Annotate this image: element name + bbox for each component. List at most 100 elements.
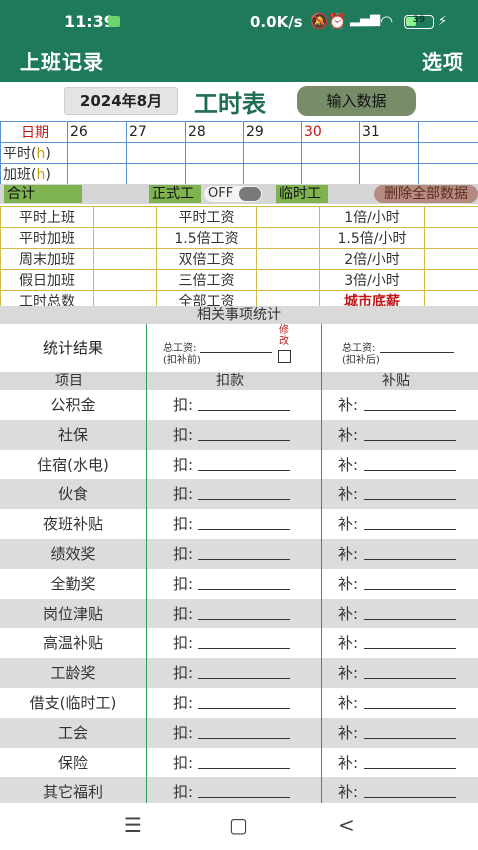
worker-type-toggle[interactable]: OFF [204, 186, 262, 202]
normal-hours-cell[interactable] [126, 142, 186, 164]
normal-hours-cell[interactable] [243, 142, 302, 164]
subsidy-input[interactable] [364, 648, 456, 650]
total-wage-before-value [200, 352, 272, 353]
day-cell-today[interactable]: 30 [301, 121, 360, 143]
input-data-button[interactable]: 输入数据 [297, 86, 416, 116]
toggle-knob [239, 187, 261, 201]
item-header: 项目 扣款 补贴 [0, 372, 478, 390]
item-name: 工会 [57, 723, 88, 742]
total-wage-before-label: 总工资: [163, 343, 197, 354]
subsidy-input[interactable] [364, 588, 456, 590]
sheet-title: 工时表 [194, 90, 266, 118]
subsidy-prefix: 补: [338, 604, 359, 623]
normal-hours-cell[interactable] [418, 142, 478, 164]
deduction-input[interactable] [198, 558, 290, 560]
day-cell[interactable]: 31 [359, 121, 419, 143]
subsidy-input[interactable] [364, 469, 456, 471]
overtime-hours-cell[interactable] [301, 163, 360, 185]
day-cell[interactable]: 26 [67, 121, 127, 143]
normal-hours-cell[interactable] [301, 142, 360, 164]
deduction-input[interactable] [198, 588, 290, 590]
normal-hours-cell[interactable] [67, 142, 127, 164]
deduction-input[interactable] [198, 678, 290, 680]
close-paren: ) [45, 146, 51, 162]
subsidy-input[interactable] [364, 558, 456, 560]
charging-icon: ⚡ [438, 14, 448, 29]
wage-value-cell [93, 248, 157, 270]
subsidy-input[interactable] [364, 410, 456, 411]
subsidy-input[interactable] [364, 439, 456, 441]
wage-label-cell: 1倍/小时 [319, 206, 425, 228]
wage-value-cell [256, 227, 320, 249]
overtime-hours-cell[interactable] [359, 163, 419, 185]
hour-unit: h [36, 146, 46, 162]
items-list: 公积金 扣: 补: 社保 扣: 补: 住宿(水电) 扣: 补: 伙食 扣: 补: 夜班补贴 扣: 补: 绩效奖… [0, 390, 478, 808]
item-name: 夜班补贴 [42, 515, 103, 534]
overtime-hours-cell[interactable] [67, 163, 127, 185]
wage-label-cell: 双倍工资 [156, 248, 257, 270]
day-cell[interactable]: 29 [243, 121, 302, 143]
wage-row: 假日加班 三倍工资 3倍/小时 [0, 269, 478, 291]
deduction-prefix: 扣: [173, 396, 194, 414]
overtime-hours-cell[interactable] [185, 163, 244, 185]
item-name: 工龄奖 [50, 664, 96, 683]
deduction-input[interactable] [198, 648, 290, 650]
wage-value-cell [93, 269, 157, 291]
deduction-input[interactable] [198, 439, 290, 441]
item-name: 住宿(水电) [37, 455, 109, 474]
subsidy-input[interactable] [364, 767, 456, 769]
item-name: 岗位津贴 [42, 604, 103, 623]
wifi-icon: ◠ [380, 12, 394, 30]
deduction-prefix: 扣: [173, 515, 194, 534]
wage-label-cell: 平时加班 [0, 227, 94, 249]
list-item: 岗位津贴 扣: 补: [0, 598, 478, 629]
deduction-input[interactable] [198, 529, 290, 531]
subsidy-input[interactable] [364, 678, 456, 680]
subsidy-input[interactable] [364, 618, 456, 620]
deduction-prefix: 扣: [173, 604, 194, 623]
subsidy-input[interactable] [364, 529, 456, 531]
overtime-label-text: 加班( [3, 167, 37, 183]
normal-hours-cell[interactable] [359, 142, 419, 164]
overtime-hours-cell[interactable] [243, 163, 302, 185]
modify-checkbox[interactable] [278, 350, 291, 363]
item-name: 保险 [57, 753, 88, 772]
deduction-input[interactable] [198, 499, 290, 501]
wage-value-cell [256, 269, 320, 291]
wage-grid: 平时上班 平时工资 1倍/小时 平时加班 1.5倍工资 1.5倍/小时 周末加班 双倍工资 2倍… [0, 206, 478, 312]
options-button[interactable]: 选项 [422, 46, 464, 75]
menu-icon[interactable]: ☰ [124, 813, 142, 837]
alarm-icon: ⏰ [328, 12, 347, 30]
subsidy-input[interactable] [364, 499, 456, 501]
day-cell[interactable]: 28 [185, 121, 244, 143]
list-item: 夜班补贴 扣: 补: [0, 509, 478, 539]
list-item: 社保 扣: 补: [0, 419, 478, 450]
deduction-input[interactable] [198, 737, 290, 739]
subsidy-input[interactable] [364, 737, 456, 739]
day-cell[interactable]: 27 [126, 121, 186, 143]
deduction-input[interactable] [198, 797, 290, 799]
deduction-input[interactable] [198, 767, 290, 769]
list-item: 住宿(水电) 扣: 补: [0, 450, 478, 480]
day-cell[interactable] [418, 121, 478, 143]
deduction-prefix: 扣: [173, 753, 194, 772]
overtime-hours-cell[interactable] [126, 163, 186, 185]
normal-hours-cell[interactable] [185, 142, 244, 164]
deduction-input[interactable] [198, 469, 290, 471]
deduction-input[interactable] [198, 410, 290, 411]
subsidy-prefix: 补: [338, 544, 359, 563]
back-icon[interactable]: < [338, 813, 355, 837]
month-selector-button[interactable]: 2024年8月 [64, 87, 178, 115]
subsidy-input[interactable] [364, 707, 456, 709]
after-deduction-label: (扣补后) [342, 355, 380, 366]
deduction-input[interactable] [198, 707, 290, 709]
subsidy-input[interactable] [364, 797, 456, 799]
wage-label-cell: 1.5倍/小时 [319, 227, 425, 249]
home-icon[interactable]: ▢ [229, 813, 248, 837]
subsidy-prefix: 补: [338, 723, 359, 742]
delete-all-button[interactable]: 删除全部数据 [374, 185, 478, 203]
overtime-hours-cell[interactable] [418, 163, 478, 185]
deduction-prefix: 扣: [173, 574, 194, 593]
subsidy-prefix: 补: [338, 455, 359, 474]
deduction-input[interactable] [198, 618, 290, 620]
